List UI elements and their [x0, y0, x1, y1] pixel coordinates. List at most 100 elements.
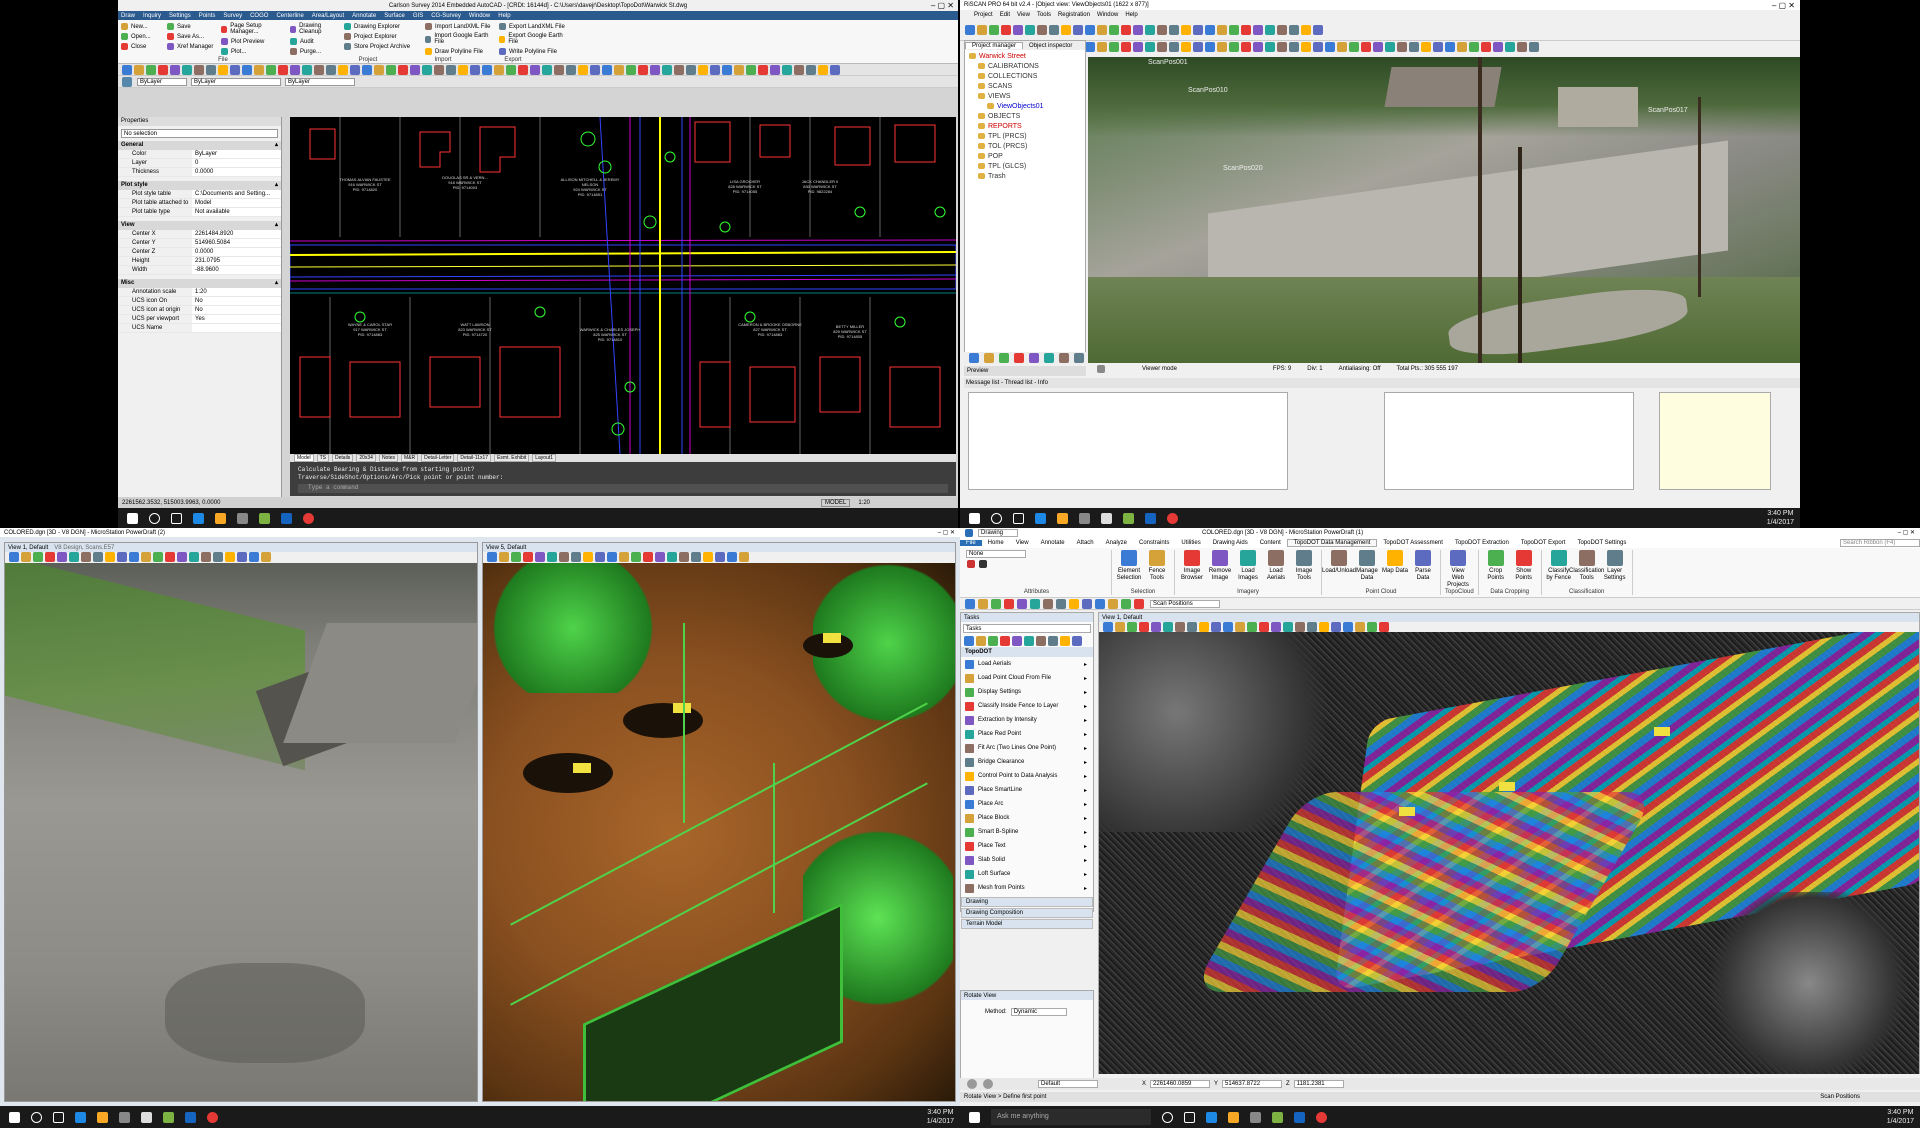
riscan-tool-icon[interactable]: [1085, 42, 1095, 52]
toolbar-icon[interactable]: [206, 64, 216, 75]
folder-icon[interactable]: [1228, 1111, 1239, 1123]
windows-start-icon[interactable]: [9, 1111, 20, 1123]
ribbon-button[interactable]: Classification Tools: [1569, 550, 1604, 582]
task-item[interactable]: Display Settings ▸: [961, 685, 1093, 699]
task-item[interactable]: Load Point Cloud From File ▸: [961, 671, 1093, 685]
riscan-tool-icon[interactable]: [1097, 42, 1107, 52]
property-row[interactable]: Plot table attached to Model: [118, 199, 281, 208]
tab-project-manager[interactable]: Project manager: [965, 42, 1024, 49]
toolbar-icon[interactable]: [542, 64, 552, 75]
property-value[interactable]: C:\Documents and Setting...: [192, 190, 281, 198]
edge-icon[interactable]: [1206, 1111, 1217, 1123]
view-tool-icon[interactable]: [655, 552, 665, 562]
window-controls[interactable]: – ▢ ✕: [931, 1, 954, 10]
task-item[interactable]: Place Arc ▸: [961, 797, 1093, 811]
layout-tab[interactable]: Detail-11x17: [457, 454, 492, 462]
search-icon[interactable]: [149, 512, 160, 524]
riscan-tool-icon[interactable]: [1253, 42, 1263, 52]
task-tool-icon[interactable]: [1036, 636, 1046, 646]
property-row[interactable]: UCS icon On No: [118, 297, 281, 306]
view-tool-icon[interactable]: [213, 552, 223, 562]
task-tool-icon[interactable]: [1072, 636, 1082, 646]
search-icon[interactable]: [991, 512, 1002, 524]
chrome-icon[interactable]: [303, 512, 314, 524]
toolbar-icon[interactable]: [158, 64, 168, 75]
view-tool-icon[interactable]: [141, 552, 151, 562]
riscan-tool-icon[interactable]: [1397, 42, 1407, 52]
windows-start-icon[interactable]: [969, 1111, 980, 1123]
riscan-tool-icon[interactable]: [1337, 42, 1347, 52]
task-tool-icon[interactable]: [964, 636, 974, 646]
task-view-icon[interactable]: [1184, 1111, 1195, 1123]
view-tool-icon[interactable]: [261, 552, 271, 562]
property-row[interactable]: Color ByLayer: [118, 150, 281, 159]
ribbon-button[interactable]: Load/Unload: [1322, 550, 1356, 575]
ribbon-command[interactable]: Plot...: [220, 48, 285, 55]
view-tool-icon[interactable]: [499, 552, 509, 562]
edge-icon[interactable]: [1035, 512, 1046, 524]
back-icon[interactable]: [967, 1079, 977, 1089]
task-item[interactable]: Extraction by Intensity ▸: [961, 713, 1093, 727]
app-icon[interactable]: [141, 1111, 152, 1123]
riscan-tool-icon[interactable]: [1493, 42, 1503, 52]
toolbar-icon[interactable]: [458, 64, 468, 75]
menu-view[interactable]: View: [1017, 12, 1030, 18]
view-tool-icon[interactable]: [1355, 622, 1365, 632]
scan-positions-combo[interactable]: Scan Positions: [1150, 599, 1220, 608]
property-value[interactable]: Yes: [192, 315, 281, 323]
task-item[interactable]: Loft Surface ▸: [961, 867, 1093, 881]
toolbar-icon[interactable]: [518, 64, 528, 75]
riscan-toolbar-icon[interactable]: [1169, 24, 1179, 35]
property-row[interactable]: UCS Name: [118, 324, 281, 333]
ribbon-button[interactable]: Remove Image: [1207, 550, 1233, 582]
riscan-toolbar-icon[interactable]: [1289, 24, 1299, 35]
search-icon[interactable]: [31, 1111, 42, 1123]
scan-position-marker[interactable]: [573, 763, 591, 773]
toolbar-icon[interactable]: [578, 64, 588, 75]
ribbon-command[interactable]: Import LandXML File: [424, 23, 494, 30]
ribbon-tab[interactable]: TopoDOT Extraction: [1449, 540, 1515, 546]
toolbar-icon[interactable]: [434, 64, 444, 75]
chrome-icon[interactable]: [1167, 512, 1178, 524]
riscan-tool-icon[interactable]: [1349, 42, 1359, 52]
tasks-toolbar[interactable]: [961, 635, 1093, 647]
view-tool-icon[interactable]: [511, 552, 521, 562]
ribbon-command[interactable]: Purge...: [289, 48, 339, 55]
toolbar-icon[interactable]: [410, 64, 420, 75]
store-icon[interactable]: [119, 1111, 130, 1123]
task-item[interactable]: Classify Inside Fence to Layer ▸: [961, 699, 1093, 713]
riscan-toolbar-icon[interactable]: [1109, 24, 1119, 35]
tree-node[interactable]: OBJECTS: [968, 112, 1082, 122]
toolbar-icon[interactable]: [674, 64, 684, 75]
riscan-3d-viewer[interactable]: ScanPos001 ScanPos010 ScanPos017 ScanPos…: [1088, 57, 1800, 363]
task-item[interactable]: Bridge Clearance ▸: [961, 755, 1093, 769]
ribbon-command[interactable]: Export LandXML File: [498, 23, 568, 30]
ms-tool-icon[interactable]: [991, 598, 1001, 609]
view-tool-icon[interactable]: [1295, 622, 1305, 632]
task-item[interactable]: Place Block ▸: [961, 811, 1093, 825]
riscan-tool-icon[interactable]: [1109, 42, 1119, 52]
riscan-tool-icon[interactable]: [1241, 42, 1251, 52]
riscan-tool-icon[interactable]: [1445, 42, 1455, 52]
task-view-icon[interactable]: [53, 1111, 64, 1123]
view-tool-icon[interactable]: [1307, 622, 1317, 632]
riscan-toolbar-icon[interactable]: [1301, 24, 1311, 35]
folder-icon[interactable]: [97, 1111, 108, 1123]
ribbon-button[interactable]: Classify by Fence: [1546, 550, 1572, 582]
ribbon-tab[interactable]: Drawing Aids: [1207, 540, 1254, 546]
view-tool-icon[interactable]: [523, 552, 533, 562]
task-item[interactable]: Place SmartLine ▸: [961, 783, 1093, 797]
ribbon-command[interactable]: New...: [120, 23, 162, 30]
toolbar-icon[interactable]: [290, 64, 300, 75]
ribbon-command[interactable]: Drawing Cleanup: [289, 23, 339, 35]
ribbon-command[interactable]: Save: [166, 23, 216, 30]
riscan-toolbar-icon[interactable]: [1049, 24, 1059, 35]
view-tool-icon[interactable]: [249, 552, 259, 562]
store-icon[interactable]: [237, 512, 248, 524]
property-row[interactable]: Plot style table C:\Documents and Setting…: [118, 190, 281, 199]
riscan-toolbar-icon[interactable]: [1025, 24, 1035, 35]
panel-tool-icon[interactable]: [1044, 353, 1054, 363]
active-level-combo[interactable]: Default: [1038, 1080, 1098, 1088]
layout-tab[interactable]: Layout1: [532, 454, 557, 462]
layout-tab[interactable]: Model: [294, 454, 314, 462]
